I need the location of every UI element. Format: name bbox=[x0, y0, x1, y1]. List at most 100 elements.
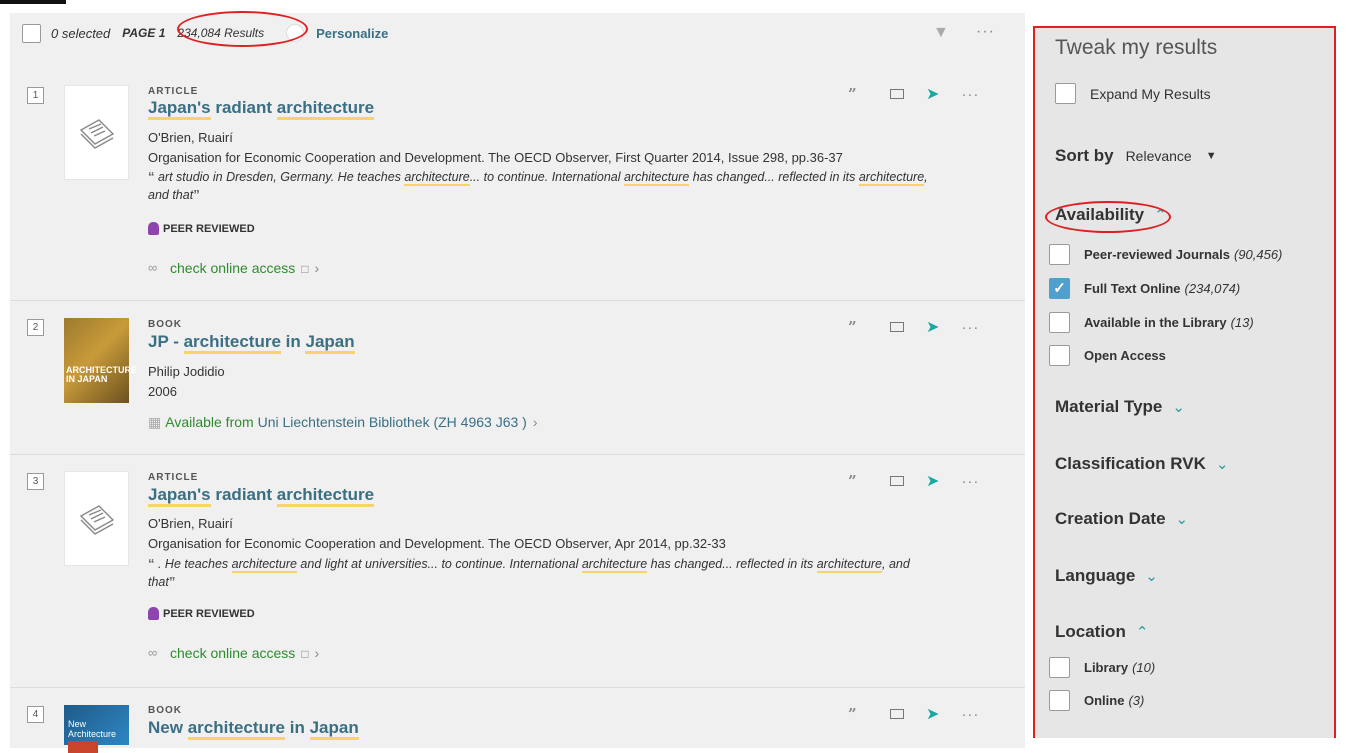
peer-reviewed-badge: PEER REVIEWED bbox=[148, 607, 255, 620]
facet-item-full-text-online[interactable]: ✓ Full Text Online (234,074) bbox=[1049, 278, 1240, 299]
sort-by-control[interactable]: Sort by Relevance ▼ bbox=[1055, 146, 1217, 166]
personalize-link[interactable]: Personalize bbox=[316, 26, 388, 41]
personalize-toggle[interactable] bbox=[286, 24, 305, 42]
check-online-access-link[interactable]: ∞ check online access □ › bbox=[148, 645, 320, 661]
result-snippet: “ . He teaches architecture and light at… bbox=[148, 556, 910, 589]
result-more-icon[interactable]: ··· bbox=[961, 473, 979, 490]
result-card: 3 ARTICLE Japan's radiant architecture O… bbox=[10, 455, 1025, 688]
result-title[interactable]: New architecture in Japan bbox=[148, 718, 359, 740]
tweak-results-panel: Tweak my results Expand My Results Sort … bbox=[1033, 26, 1336, 738]
result-card: 4 New Architecture BOOK New architecture… bbox=[10, 688, 1025, 753]
facet-checkbox[interactable] bbox=[1049, 657, 1070, 678]
result-title[interactable]: Japan's radiant architecture bbox=[148, 98, 375, 120]
chevron-up-icon[interactable]: ⌃ bbox=[1136, 623, 1149, 641]
sort-by-label: Sort by bbox=[1055, 146, 1114, 165]
result-type: ARTICLE bbox=[148, 472, 199, 483]
email-icon[interactable] bbox=[890, 709, 904, 719]
citation-icon[interactable]: ” bbox=[848, 705, 878, 723]
citation-icon[interactable]: ” bbox=[848, 472, 878, 490]
select-all-checkbox[interactable] bbox=[22, 23, 41, 43]
result-title[interactable]: JP - architecture in Japan bbox=[148, 332, 355, 354]
result-title[interactable]: Japan's radiant architecture bbox=[148, 485, 375, 507]
result-card: 2 ARCHITECTURE IN JAPAN BOOK JP - archit… bbox=[10, 301, 1025, 455]
more-options-icon[interactable]: ··· bbox=[976, 23, 995, 41]
external-link-icon: □ bbox=[301, 647, 309, 661]
result-actions: ” ➤ ··· bbox=[848, 84, 979, 104]
facet-item-library[interactable]: Library (10) bbox=[1049, 657, 1155, 678]
results-toolbar: 0 selected PAGE 1 234,084 Results Person… bbox=[10, 13, 1025, 53]
chevron-down-icon[interactable]: ⌄ bbox=[1176, 510, 1189, 528]
pin-icon[interactable]: ▼ bbox=[933, 24, 949, 42]
chevron-down-icon[interactable]: ⌄ bbox=[1172, 398, 1185, 416]
email-icon[interactable] bbox=[890, 89, 904, 99]
facet-checkbox[interactable] bbox=[1049, 312, 1070, 333]
facet-checkbox[interactable] bbox=[1049, 345, 1070, 366]
article-thumbnail bbox=[64, 85, 129, 180]
document-icon bbox=[79, 118, 114, 149]
top-black-bar bbox=[0, 0, 66, 4]
dropdown-arrow-icon[interactable]: ▼ bbox=[1206, 150, 1217, 162]
link-icon: ∞ bbox=[148, 260, 158, 275]
result-more-icon[interactable]: ··· bbox=[961, 706, 979, 723]
classification-facet-header[interactable]: Classification RVK ⌄ bbox=[1055, 454, 1228, 474]
result-number[interactable]: 3 bbox=[27, 473, 44, 490]
peer-reviewed-badge: PEER REVIEWED bbox=[148, 222, 255, 235]
book-cover: New Architecture bbox=[64, 705, 129, 753]
language-facet-header[interactable]: Language ⌄ bbox=[1055, 566, 1158, 586]
result-actions: ” ➤ ··· bbox=[848, 317, 979, 337]
citation-icon[interactable]: ” bbox=[848, 318, 878, 336]
result-type: ARTICLE bbox=[148, 86, 199, 97]
availability-link[interactable]: ▦ Available from Uni Liechtenstein Biblio… bbox=[148, 414, 538, 431]
result-actions: ” ➤ ··· bbox=[848, 471, 979, 491]
facet-checkbox[interactable] bbox=[1049, 690, 1070, 711]
result-snippet: “ art studio in Dresden, Germany. He tea… bbox=[148, 169, 928, 202]
result-actions: ” ➤ ··· bbox=[848, 704, 979, 724]
close-quote-icon: ” bbox=[168, 574, 176, 589]
selected-count: 0 selected bbox=[51, 25, 111, 41]
peer-reviewed-icon bbox=[148, 607, 159, 620]
pin-result-icon[interactable]: ➤ bbox=[926, 317, 939, 337]
availability-facet-header[interactable]: Availability ⌃ bbox=[1055, 205, 1167, 225]
location-facet-header[interactable]: Location ⌃ bbox=[1055, 622, 1148, 642]
result-author: O'Brien, Ruairí bbox=[148, 516, 233, 531]
expand-results-checkbox[interactable] bbox=[1055, 83, 1076, 104]
document-icon bbox=[79, 504, 114, 535]
facet-item-open-access[interactable]: Open Access bbox=[1049, 345, 1166, 366]
chevron-down-icon[interactable]: ⌄ bbox=[1145, 567, 1158, 585]
pin-result-icon[interactable]: ➤ bbox=[926, 704, 939, 724]
chevron-right-icon: › bbox=[532, 414, 538, 430]
result-type: BOOK bbox=[148, 319, 182, 330]
expand-results-option[interactable]: Expand My Results bbox=[1055, 83, 1211, 104]
pin-result-icon[interactable]: ➤ bbox=[926, 84, 939, 104]
facet-item-available-in-library[interactable]: Available in the Library (13) bbox=[1049, 312, 1254, 333]
result-author: O'Brien, Ruairí bbox=[148, 130, 233, 145]
facet-panel-title: Tweak my results bbox=[1055, 36, 1218, 59]
chevron-right-icon: › bbox=[314, 645, 320, 661]
result-more-icon[interactable]: ··· bbox=[961, 319, 979, 336]
facet-checkbox[interactable] bbox=[1049, 244, 1070, 265]
sort-by-value[interactable]: Relevance bbox=[1126, 148, 1192, 164]
material-type-facet-header[interactable]: Material Type ⌄ bbox=[1055, 397, 1185, 417]
email-icon[interactable] bbox=[890, 476, 904, 486]
chevron-down-icon[interactable]: ⌄ bbox=[1216, 455, 1229, 473]
citation-icon[interactable]: ” bbox=[848, 85, 878, 103]
peer-reviewed-icon bbox=[148, 222, 159, 235]
result-source: Organisation for Economic Cooperation an… bbox=[148, 150, 843, 165]
result-type: BOOK bbox=[148, 705, 182, 716]
result-number[interactable]: 2 bbox=[27, 319, 44, 336]
chevron-up-icon[interactable]: ⌃ bbox=[1154, 206, 1167, 224]
results-area: 0 selected PAGE 1 234,084 Results Person… bbox=[10, 11, 1025, 753]
facet-checkbox-checked[interactable]: ✓ bbox=[1049, 278, 1070, 299]
article-thumbnail bbox=[64, 471, 129, 566]
facet-item-peer-reviewed[interactable]: Peer-reviewed Journals (90,456) bbox=[1049, 244, 1282, 265]
result-card: 1 ARTICLE Japan's radiant architecture O… bbox=[10, 68, 1025, 301]
creation-date-facet-header[interactable]: Creation Date ⌄ bbox=[1055, 509, 1188, 529]
check-online-access-link[interactable]: ∞ check online access □ › bbox=[148, 260, 319, 276]
book-cover: ARCHITECTURE IN JAPAN bbox=[64, 318, 137, 403]
facet-item-online[interactable]: Online (3) bbox=[1049, 690, 1144, 711]
result-number[interactable]: 4 bbox=[27, 706, 44, 723]
result-number[interactable]: 1 bbox=[27, 87, 44, 104]
result-more-icon[interactable]: ··· bbox=[961, 86, 979, 103]
pin-result-icon[interactable]: ➤ bbox=[926, 471, 939, 491]
email-icon[interactable] bbox=[890, 322, 904, 332]
